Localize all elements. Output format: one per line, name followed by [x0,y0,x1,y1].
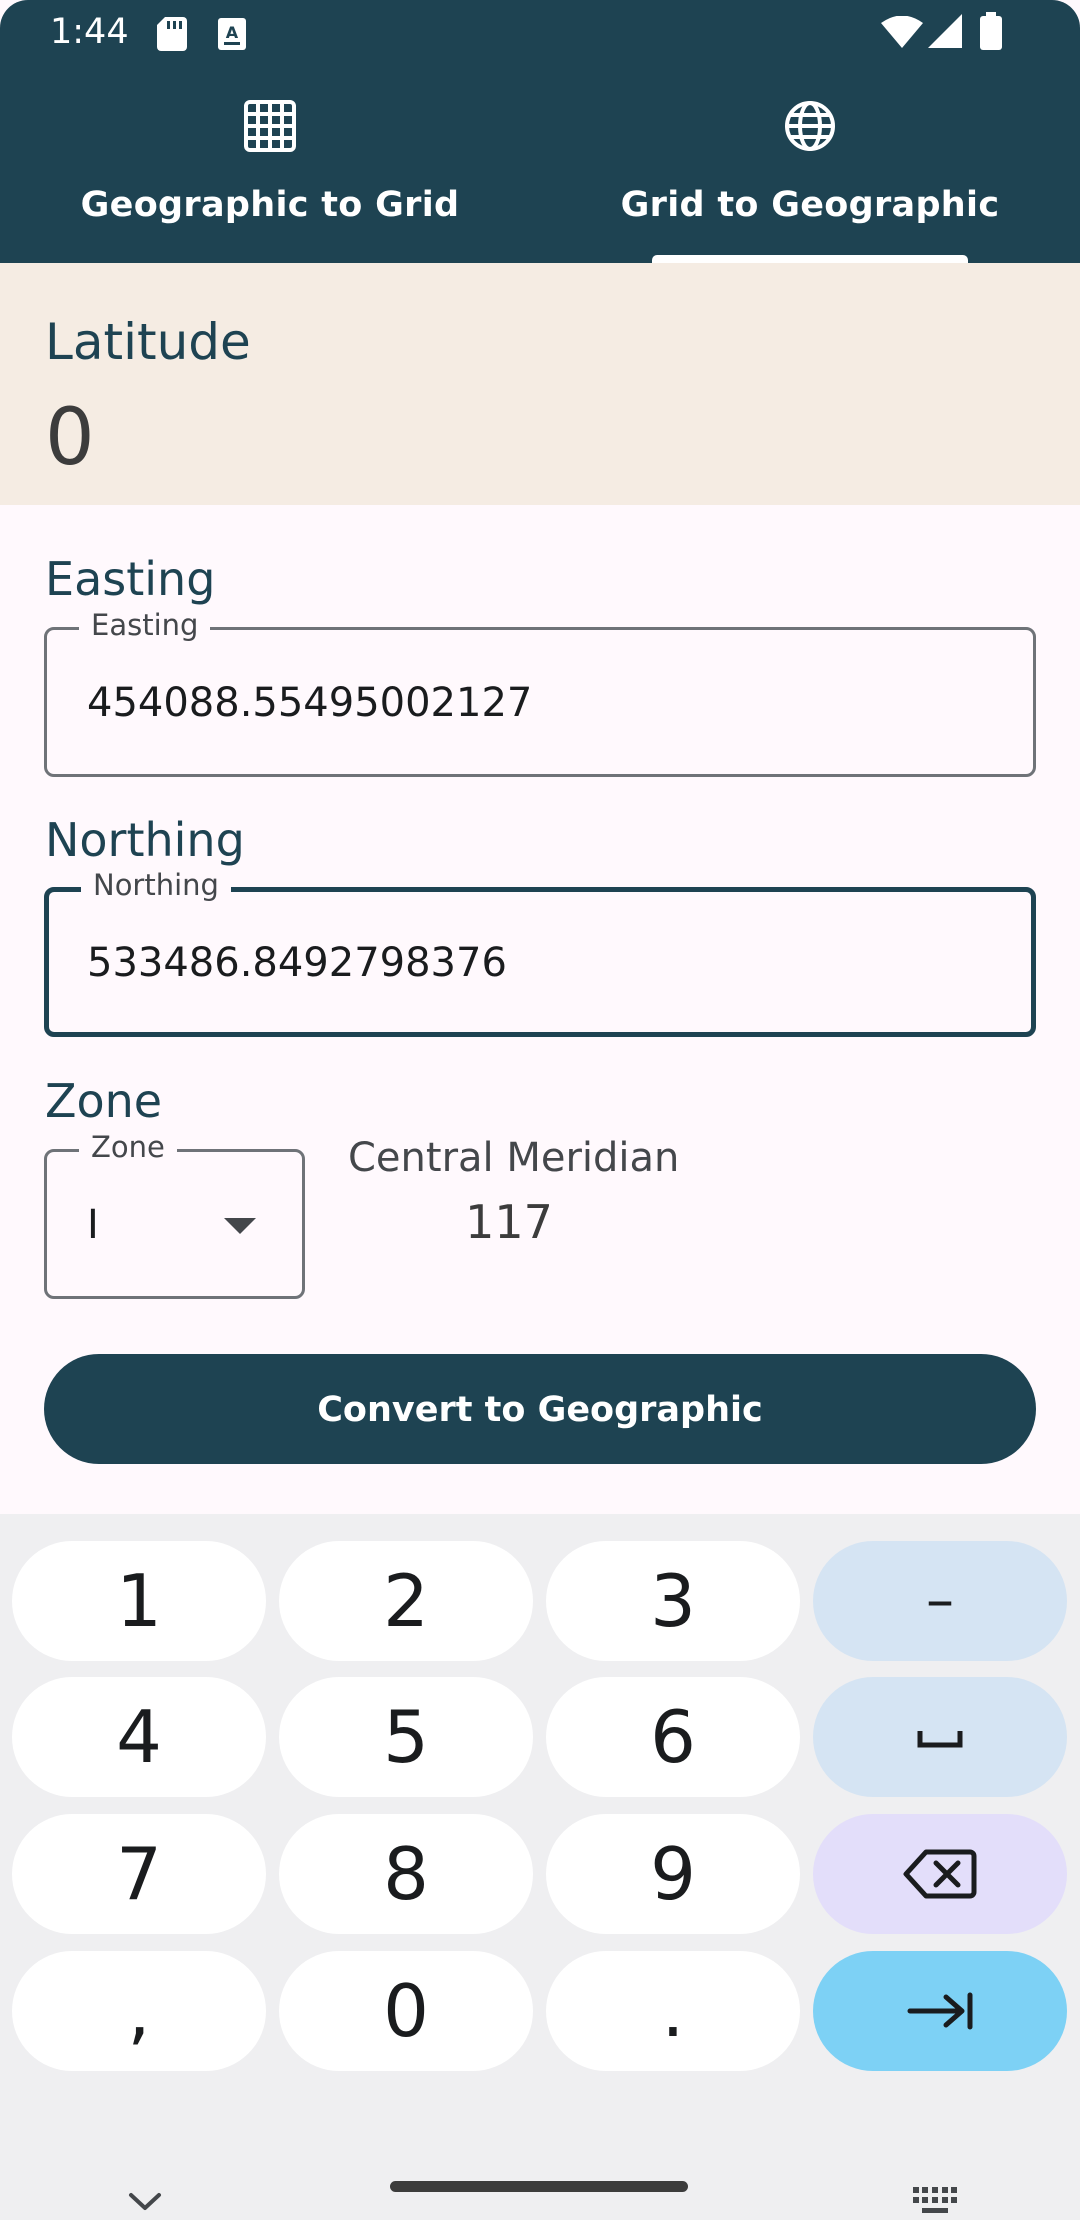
central-meridian-value: 117 [465,1195,553,1249]
northing-section-title: Northing [45,813,245,867]
keyboard-switch-icon[interactable] [913,2187,957,2217]
key-3[interactable]: 3 [546,1541,800,1661]
central-meridian-label: Central Meridian [348,1135,680,1181]
numeric-keyboard: 1 2 3 – 4 5 6 7 8 9 , 0 . [0,1514,1080,2220]
zone-selected-value: I [87,1202,99,1248]
key-space[interactable] [813,1677,1067,1797]
key-tab-next[interactable] [813,1951,1067,2071]
hide-keyboard-chevron-icon[interactable] [128,2192,162,2212]
key-2[interactable]: 2 [279,1541,533,1661]
zone-section-title: Zone [45,1074,163,1128]
result-value: 0 [45,393,95,483]
backspace-icon [903,1849,977,1899]
svg-text:A: A [226,23,239,42]
result-label: Latitude [45,313,251,371]
battery-icon [980,12,1002,50]
app-header: 1:44 A Geographic to Grid Grid to Geogra… [0,0,1080,263]
key-comma[interactable]: , [12,1951,266,2071]
zone-dropdown[interactable]: Zone I [44,1130,305,1299]
tab-indicator [652,255,968,263]
tab-arrow-icon [907,1992,973,2030]
tab-label: Grid to Geographic [620,185,1000,225]
easting-input-value[interactable]: 454088.55495002127 [87,680,532,726]
globe-icon [785,101,835,151]
easting-field[interactable]: Easting 454088.55495002127 [44,608,1036,777]
zone-field-legend: Zone [79,1130,177,1164]
convert-to-geographic-button[interactable]: Convert to Geographic [44,1354,1036,1464]
key-8[interactable]: 8 [279,1814,533,1934]
result-panel: Latitude 0 [0,263,1080,505]
key-1[interactable]: 1 [12,1541,266,1661]
home-indicator[interactable] [390,2181,688,2192]
key-5[interactable]: 5 [279,1677,533,1797]
key-7[interactable]: 7 [12,1814,266,1934]
dropdown-arrow-icon [224,1218,256,1234]
key-minus[interactable]: – [813,1541,1067,1661]
easting-section-title: Easting [45,552,216,606]
sd-card-icon [157,17,187,51]
tab-label: Geographic to Grid [80,185,460,225]
wifi-icon [881,16,923,48]
key-6[interactable]: 6 [546,1677,800,1797]
space-icon [917,1731,963,1748]
status-time: 1:44 [50,12,129,52]
tab-geographic-to-grid[interactable]: Geographic to Grid [0,95,540,263]
easting-field-legend: Easting [79,608,211,642]
key-period[interactable]: . [546,1951,800,2071]
key-backspace[interactable] [813,1814,1067,1934]
key-0[interactable]: 0 [279,1951,533,2071]
grid-icon [244,100,296,152]
key-9[interactable]: 9 [546,1814,800,1934]
text-notification-icon: A [218,18,246,50]
tab-grid-to-geographic[interactable]: Grid to Geographic [540,95,1080,263]
signal-icon [928,14,962,48]
northing-field[interactable]: Northing 533486.8492798376 [44,868,1036,1037]
northing-input-value[interactable]: 533486.8492798376 [87,940,507,986]
northing-field-legend: Northing [81,868,231,902]
key-4[interactable]: 4 [12,1677,266,1797]
